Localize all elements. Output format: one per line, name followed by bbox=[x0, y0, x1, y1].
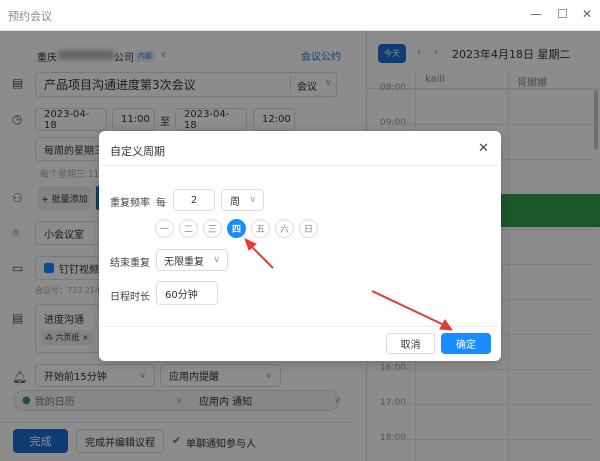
arrow-line bbox=[249, 244, 274, 269]
arrow-line bbox=[371, 290, 445, 326]
annotation-arrows bbox=[244, 238, 454, 331]
arrow-head bbox=[439, 319, 454, 331]
